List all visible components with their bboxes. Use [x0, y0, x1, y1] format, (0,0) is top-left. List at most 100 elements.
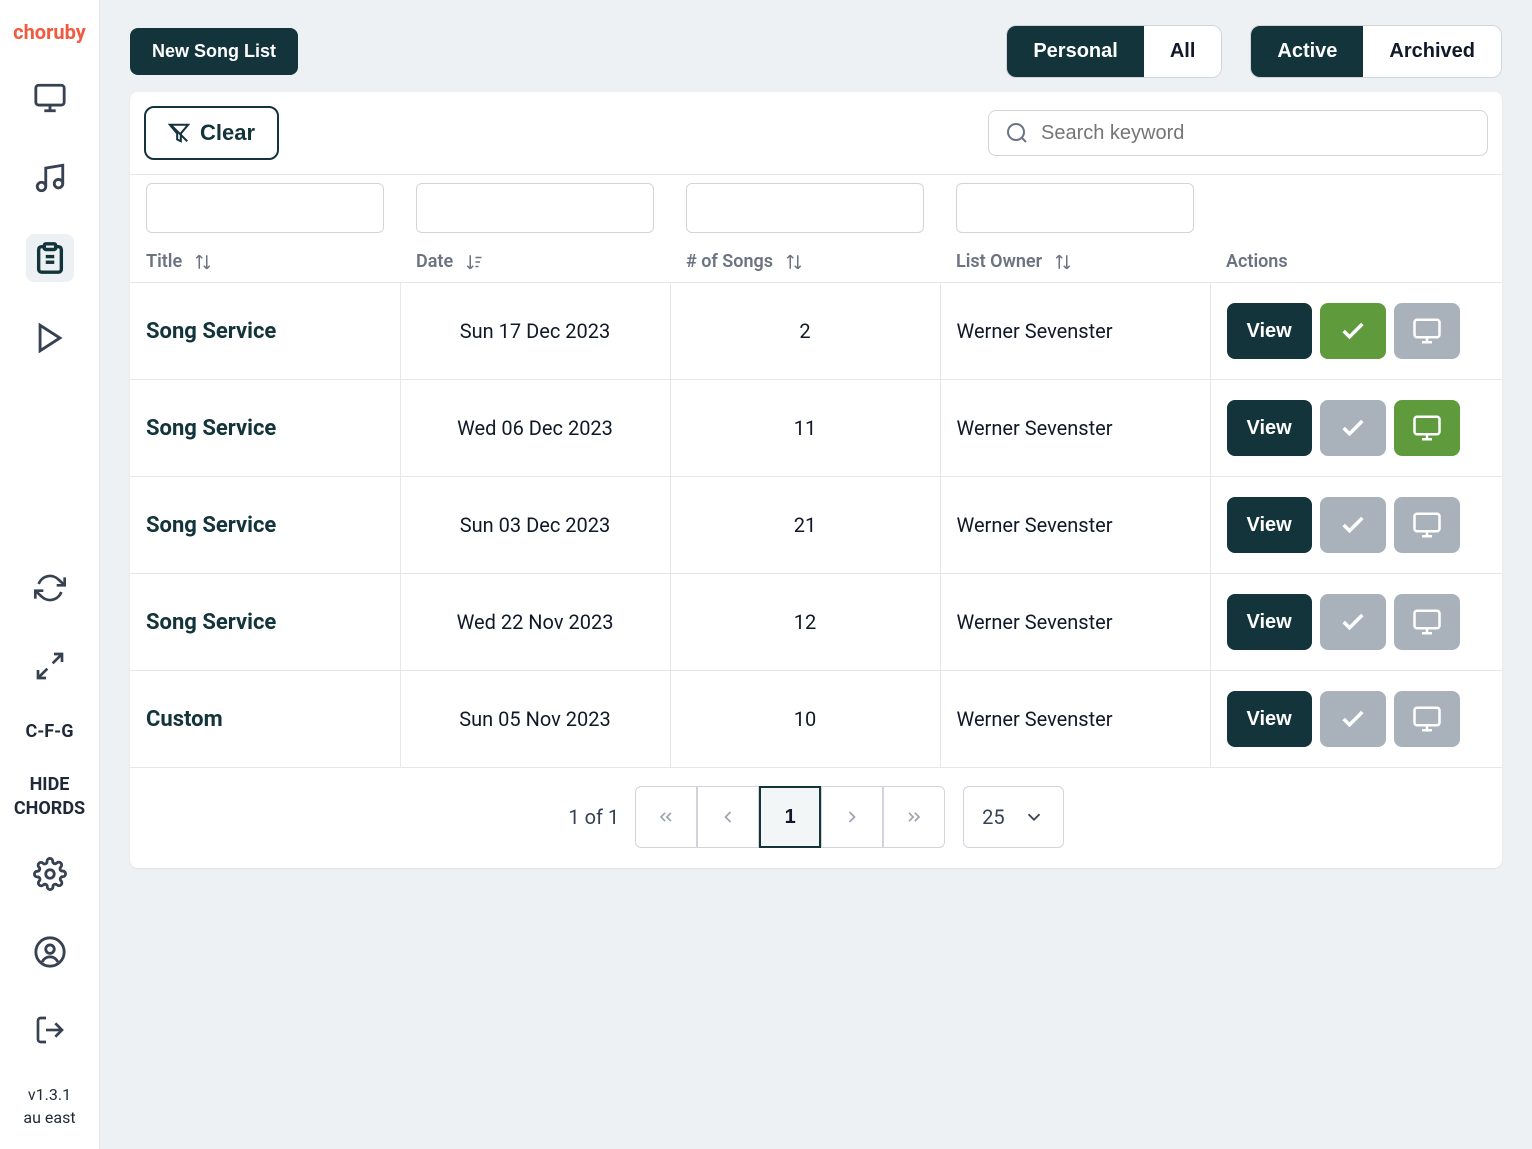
table-row: Song ServiceWed 06 Dec 202311Werner Seve… — [130, 380, 1502, 477]
row-owner: Werner Sevenster — [940, 671, 1210, 768]
clear-label: Clear — [200, 120, 255, 146]
table-row: Song ServiceWed 22 Nov 202312Werner Seve… — [130, 574, 1502, 671]
date-filter-input[interactable] — [416, 183, 654, 233]
last-page-button[interactable] — [883, 786, 945, 848]
row-title[interactable]: Song Service — [130, 574, 400, 671]
status-active-button[interactable]: Active — [1251, 26, 1363, 77]
row-actions: View — [1210, 283, 1502, 380]
display-icon[interactable] — [26, 74, 74, 122]
sidebar-bottom: C-F-G HIDE CHORDS v1.3.1 au east — [0, 564, 99, 1149]
row-songs: 12 — [670, 574, 940, 671]
sort-icon — [194, 253, 212, 271]
date-header[interactable]: Date — [400, 241, 670, 283]
page-info: 1 of 1 — [568, 805, 619, 829]
row-date: Sun 03 Dec 2023 — [400, 477, 670, 574]
row-songs: 2 — [670, 283, 940, 380]
main-content: New Song List Personal All Active Archiv… — [100, 0, 1532, 1149]
clear-filters-button[interactable]: Clear — [144, 106, 279, 160]
first-page-button[interactable] — [635, 786, 697, 848]
row-date: Sun 17 Dec 2023 — [400, 283, 670, 380]
row-date: Wed 06 Dec 2023 — [400, 380, 670, 477]
row-date: Sun 05 Nov 2023 — [400, 671, 670, 768]
music-icon[interactable] — [26, 154, 74, 202]
title-header[interactable]: Title — [130, 241, 400, 283]
expand-icon[interactable] — [26, 642, 74, 690]
actions-header: Actions — [1210, 241, 1502, 283]
cfg-button[interactable]: C-F-G — [25, 720, 73, 743]
display-button[interactable] — [1394, 400, 1460, 456]
display-button[interactable] — [1394, 303, 1460, 359]
column-filter-row — [130, 175, 1502, 242]
table-row: CustomSun 05 Nov 202310Werner Sevenster V… — [130, 671, 1502, 768]
sort-desc-icon — [465, 253, 483, 271]
row-songs: 10 — [670, 671, 940, 768]
row-actions: View — [1210, 380, 1502, 477]
next-page-button[interactable] — [821, 786, 883, 848]
check-button[interactable] — [1320, 400, 1386, 456]
status-toggle: Active Archived — [1250, 25, 1502, 78]
status-archived-button[interactable]: Archived — [1363, 26, 1501, 77]
row-title[interactable]: Song Service — [130, 380, 400, 477]
songs-header[interactable]: # of Songs — [670, 241, 940, 283]
row-title[interactable]: Song Service — [130, 477, 400, 574]
topbar: New Song List Personal All Active Archiv… — [130, 25, 1502, 78]
owner-filter-input[interactable] — [956, 183, 1194, 233]
gear-icon[interactable] — [26, 850, 74, 898]
view-button[interactable]: View — [1227, 400, 1312, 456]
play-icon[interactable] — [26, 314, 74, 362]
version-label: v1.3.1 au east — [23, 1084, 75, 1129]
row-songs: 11 — [670, 380, 940, 477]
check-button[interactable] — [1320, 594, 1386, 650]
view-button[interactable]: View — [1227, 497, 1312, 553]
user-icon[interactable] — [26, 928, 74, 976]
check-button[interactable] — [1320, 497, 1386, 553]
row-songs: 21 — [670, 477, 940, 574]
view-button[interactable]: View — [1227, 691, 1312, 747]
row-owner: Werner Sevenster — [940, 283, 1210, 380]
owner-header[interactable]: List Owner — [940, 241, 1210, 283]
row-actions: View — [1210, 671, 1502, 768]
row-title[interactable]: Song Service — [130, 283, 400, 380]
new-song-list-button[interactable]: New Song List — [130, 28, 298, 75]
scope-all-button[interactable]: All — [1144, 26, 1222, 77]
row-date: Wed 22 Nov 2023 — [400, 574, 670, 671]
table-panel: Clear Title — [130, 92, 1502, 868]
refresh-icon[interactable] — [26, 564, 74, 612]
view-button[interactable]: View — [1227, 594, 1312, 650]
songs-filter-input[interactable] — [686, 183, 924, 233]
chevron-down-icon — [1023, 806, 1045, 828]
nav-group-top — [26, 74, 74, 362]
search-field[interactable] — [988, 110, 1488, 156]
row-actions: View — [1210, 574, 1502, 671]
song-lists-table: Title Date # of Songs — [130, 174, 1502, 768]
sidebar: choruby C-F-G HIDE CHORDS — [0, 0, 100, 1149]
table-row: Song ServiceSun 03 Dec 202321Werner Seve… — [130, 477, 1502, 574]
display-button[interactable] — [1394, 497, 1460, 553]
prev-page-button[interactable] — [697, 786, 759, 848]
check-button[interactable] — [1320, 303, 1386, 359]
row-owner: Werner Sevenster — [940, 477, 1210, 574]
search-input[interactable] — [1041, 122, 1471, 145]
scope-toggle: Personal All — [1006, 25, 1222, 78]
brand-logo: choruby — [13, 20, 86, 44]
page-1-button[interactable]: 1 — [759, 786, 821, 848]
table-row: Song ServiceSun 17 Dec 20232Werner Seven… — [130, 283, 1502, 380]
row-owner: Werner Sevenster — [940, 574, 1210, 671]
display-button[interactable] — [1394, 691, 1460, 747]
row-title[interactable]: Custom — [130, 671, 400, 768]
header-row: Title Date # of Songs — [130, 241, 1502, 283]
view-button[interactable]: View — [1227, 303, 1312, 359]
sort-icon — [1054, 253, 1072, 271]
display-button[interactable] — [1394, 594, 1460, 650]
scope-personal-button[interactable]: Personal — [1007, 26, 1143, 77]
clipboard-icon[interactable] — [26, 234, 74, 282]
row-owner: Werner Sevenster — [940, 380, 1210, 477]
hide-chords-button[interactable]: HIDE CHORDS — [0, 773, 99, 820]
search-icon — [1005, 121, 1029, 145]
check-button[interactable] — [1320, 691, 1386, 747]
logout-icon[interactable] — [26, 1006, 74, 1054]
page-size-select[interactable]: 25 — [963, 786, 1063, 848]
title-filter-input[interactable] — [146, 183, 384, 233]
sort-icon — [785, 253, 803, 271]
pagination: 1 of 1 1 25 — [130, 786, 1502, 848]
